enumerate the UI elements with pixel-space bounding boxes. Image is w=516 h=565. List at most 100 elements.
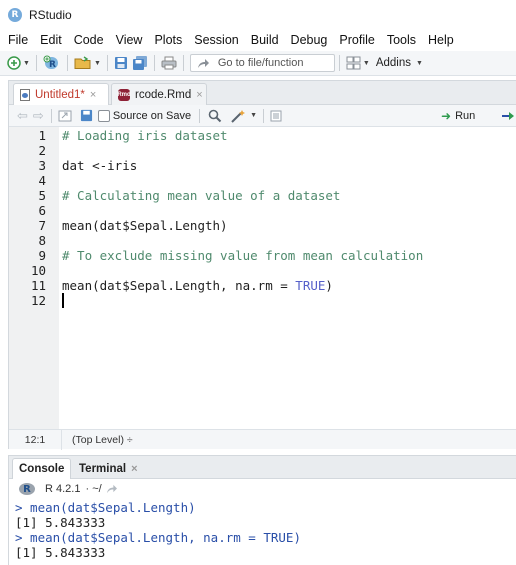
code-editor[interactable]: # Loading iris dataset dat <-iris # Calc… [59, 127, 516, 429]
new-file-button[interactable]: ▼ [5, 53, 32, 73]
tab-untitled1[interactable]: Untitled1* × [13, 83, 109, 105]
toolbar-divider [35, 55, 37, 71]
new-project-icon: R [43, 55, 58, 70]
addins-button[interactable]: Addins ▼ [376, 57, 423, 69]
toolbar-divider [66, 55, 68, 71]
window-title: RStudio [29, 8, 72, 22]
new-project-button[interactable]: R [41, 53, 63, 73]
run-icon: ➜ [441, 108, 452, 123]
menu-profile[interactable]: Profile [333, 33, 380, 47]
save-all-button[interactable] [130, 53, 150, 73]
goto-directory-icon[interactable] [106, 484, 118, 494]
tab-console[interactable]: Console [12, 458, 72, 479]
tab-terminal[interactable]: Terminal × [73, 458, 144, 479]
toolbar-divider [182, 55, 184, 71]
chevron-down-icon: ▼ [415, 59, 423, 67]
close-icon[interactable]: × [196, 89, 202, 101]
outline-icon[interactable] [270, 110, 282, 122]
back-arrow-icon[interactable]: ⇦ [17, 108, 28, 124]
console-output[interactable]: > mean(dat$Sepal.Length) [1] 5.843333 > … [15, 500, 515, 560]
code-line-11: mean(dat$Sepal.Length, na.rm = TRUE) [62, 278, 333, 293]
line-number: 8 [38, 233, 46, 248]
menu-code[interactable]: Code [68, 33, 110, 47]
console-tab-bar: Console Terminal × [9, 456, 516, 479]
toolbar-divider [338, 55, 340, 71]
tab-terminal-label: Terminal [79, 462, 127, 475]
save-icon [114, 57, 127, 69]
tab-rcode-rmd[interactable]: Rmd rcode.Rmd × [111, 83, 207, 105]
rstudio-logo-icon: R [8, 8, 22, 22]
main-toolbar: ▼ R ▼ Go to file/function ▼ Addins ▼ [0, 51, 516, 76]
toolbar-divider [263, 108, 265, 123]
menu-plots[interactable]: Plots [148, 33, 188, 47]
code-line-3: dat <-iris [62, 158, 138, 173]
print-button[interactable] [159, 53, 179, 73]
show-in-window-icon[interactable] [58, 110, 72, 122]
open-file-button[interactable]: ▼ [72, 53, 103, 73]
tab-console-label: Console [19, 463, 65, 475]
save-all-icon [132, 56, 147, 70]
tab-rcode-rmd-label: rcode.Rmd [135, 88, 192, 101]
wand-icon[interactable] [230, 109, 248, 123]
console-header: R R 4.2.1 · ~/ [9, 479, 516, 499]
line-number: 1 [38, 128, 46, 143]
chevron-down-icon: ▼ [93, 59, 101, 67]
working-directory[interactable]: · ~/ [85, 483, 101, 495]
search-icon[interactable] [208, 109, 222, 123]
console-result: [1] 5.843333 [15, 515, 106, 530]
close-icon[interactable]: × [90, 89, 96, 101]
close-icon[interactable]: × [131, 463, 137, 475]
line-number-gutter: 1 2 3 4 5 6 7 8 9 10 11 12 [9, 127, 59, 429]
title-bar: R RStudio [0, 0, 516, 30]
editor-status-bar: 12:1 (Top Level) ÷ [9, 429, 516, 450]
cursor-position: 12:1 [24, 433, 46, 446]
menu-file[interactable]: File [2, 33, 34, 47]
code-constant-true: TRUE [295, 278, 326, 293]
rerun-icon[interactable] [501, 110, 515, 122]
code-line-9: # To exclude missing value from mean cal… [62, 248, 424, 263]
run-button[interactable]: ➜ Run [441, 109, 475, 123]
code-line-7: mean(dat$Sepal.Length) [62, 218, 228, 233]
source-on-save-checkbox[interactable] [97, 109, 110, 122]
toolbar-divider [50, 108, 52, 123]
text-cursor [62, 293, 64, 308]
save-button[interactable] [112, 53, 130, 73]
menu-build[interactable]: Build [245, 33, 285, 47]
open-folder-icon [74, 56, 91, 69]
code-line-5: # Calculating mean value of a dataset [62, 188, 341, 203]
new-file-icon [7, 56, 21, 70]
print-icon [161, 56, 177, 70]
menu-debug[interactable]: Debug [285, 33, 334, 47]
menu-tools[interactable]: Tools [381, 33, 422, 47]
goto-arrow-icon [197, 58, 209, 68]
goto-file-input[interactable]: Go to file/function [189, 54, 335, 72]
line-number: 7 [38, 218, 46, 233]
r-version: R 4.2.1 [45, 483, 81, 495]
menu-session[interactable]: Session [188, 33, 244, 47]
menu-edit[interactable]: Edit [34, 33, 68, 47]
code-line-11-tail: ) [325, 278, 333, 293]
menu-help[interactable]: Help [422, 33, 460, 47]
scope-selector[interactable]: (Top Level) ÷ [61, 429, 133, 450]
line-number: 6 [38, 203, 46, 218]
chevron-down-icon: ▼ [23, 59, 30, 67]
console-command: > mean(dat$Sepal.Length, na.rm = TRUE) [15, 530, 301, 545]
line-number: 5 [38, 188, 46, 203]
source-pane: Untitled1* × Rmd rcode.Rmd × ⇦ ⇨ Source … [8, 80, 516, 450]
chevron-down-icon[interactable]: ▼ [250, 112, 257, 119]
r-logo-icon: R [19, 483, 35, 495]
line-number: 4 [38, 173, 46, 188]
chevron-down-icon: ▼ [362, 59, 370, 67]
save-icon[interactable] [80, 109, 93, 122]
code-line-11-text: mean(dat$Sepal.Length, na.rm = [62, 278, 296, 293]
source-tab-bar: Untitled1* × Rmd rcode.Rmd × [9, 81, 516, 105]
forward-arrow-icon[interactable]: ⇨ [33, 108, 44, 124]
menu-view[interactable]: View [110, 33, 149, 47]
editor-toolbar: ⇦ ⇨ Source on Save ▼ ➜ Run [9, 105, 516, 127]
console-pane: Console Terminal × R R 4.2.1 · ~/ > mean… [8, 455, 516, 565]
line-number: 11 [30, 278, 46, 293]
pane-layout-button[interactable]: ▼ [344, 53, 372, 73]
line-number: 2 [38, 143, 46, 158]
line-number: 10 [30, 263, 46, 278]
goto-file-placeholder: Go to file/function [217, 57, 304, 69]
